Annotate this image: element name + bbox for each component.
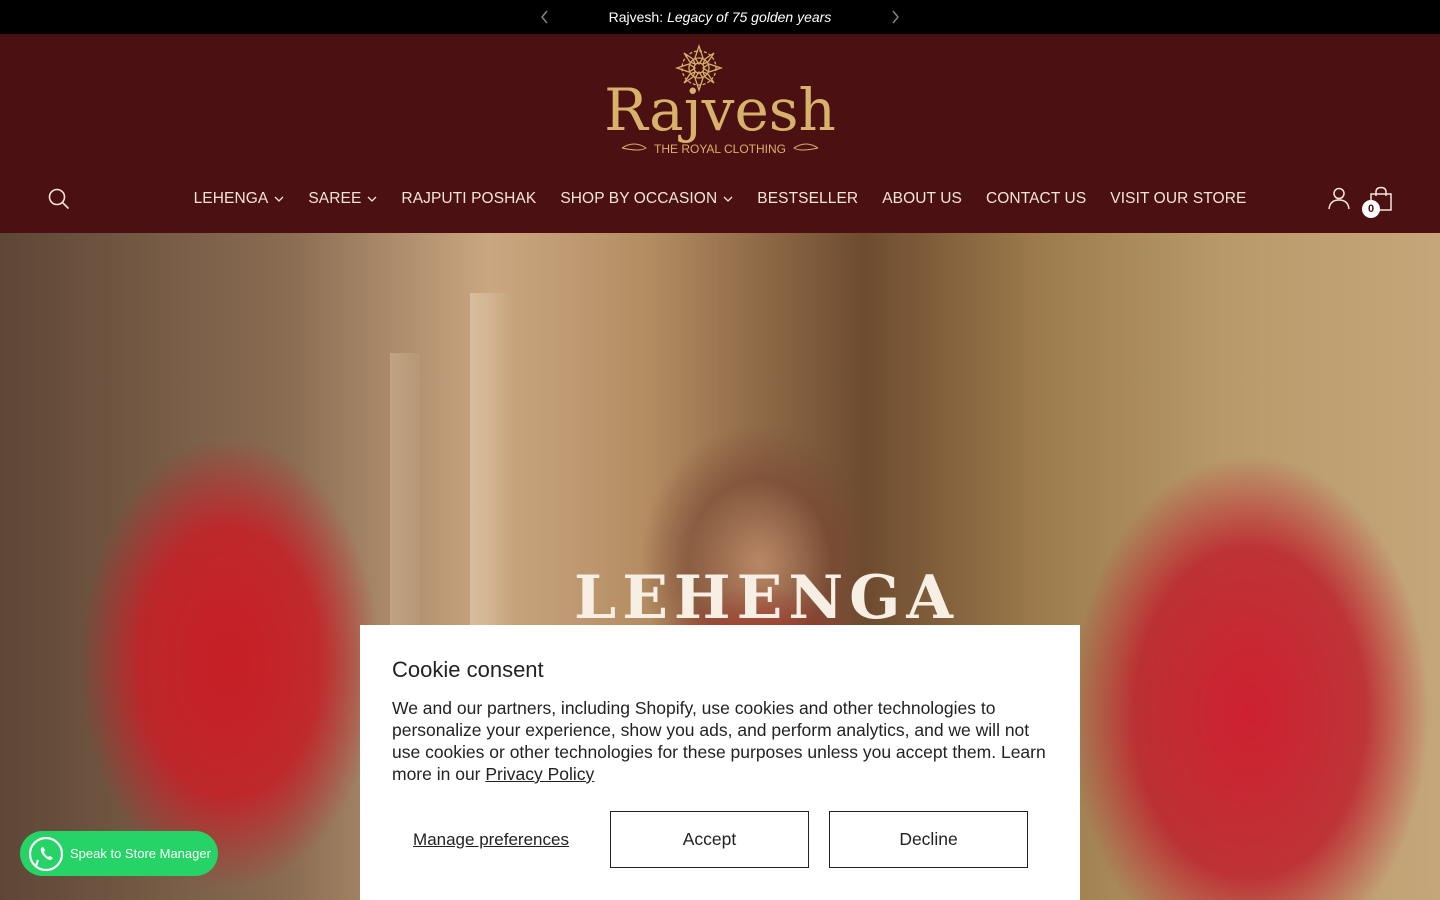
- cookie-body: We and our partners, including Shopify, …: [392, 697, 1048, 785]
- nav-item-about-us[interactable]: ABOUT US: [870, 188, 974, 210]
- nav-item-visit-our-store[interactable]: VISIT OUR STORE: [1098, 188, 1258, 210]
- chevron-down-icon: [274, 196, 284, 202]
- nav-item-label: CONTACT US: [985, 190, 1087, 207]
- nav-item-label: ABOUT US: [882, 190, 962, 207]
- announcement-brand: Rajvesh:: [608, 9, 664, 25]
- announcement-text[interactable]: Rajvesh: Legacy of 75 golden years: [609, 9, 832, 25]
- manage-preferences-link[interactable]: Manage preferences: [392, 811, 590, 868]
- cart-count-badge: 0: [1362, 200, 1380, 218]
- chevron-right-icon: [892, 10, 899, 24]
- site-header: Rajvesh THE ROYAL CLOTHING LEHENGA SAREE…: [0, 34, 1440, 233]
- logo-subtitle: THE ROYAL CLOTHING: [654, 142, 786, 156]
- chevron-down-icon: [723, 196, 733, 202]
- announcement-next-button[interactable]: [886, 8, 904, 26]
- whatsapp-chat-button[interactable]: Speak to Store Manager: [20, 831, 218, 876]
- nav-item-label: BESTSELLER: [757, 190, 859, 207]
- chevron-down-icon: [367, 196, 377, 202]
- main-nav: LEHENGA SAREE RAJPUTI POSHAK SHOP BY OCC…: [0, 188, 1440, 210]
- logo-wordmark: Rajvesh: [604, 76, 836, 144]
- nav-item-rajputi-poshak[interactable]: RAJPUTI POSHAK: [389, 188, 548, 210]
- accept-button[interactable]: Accept: [610, 811, 809, 868]
- nav-item-label: SHOP BY OCCASION: [560, 190, 718, 207]
- site-logo[interactable]: Rajvesh THE ROYAL CLOTHING: [600, 42, 840, 160]
- nav-item-label: SAREE: [308, 190, 362, 207]
- nav-item-saree[interactable]: SAREE: [296, 188, 389, 210]
- whatsapp-icon: [28, 836, 64, 872]
- cookie-actions: Manage preferences Accept Decline: [392, 811, 1028, 868]
- whatsapp-label: Speak to Store Manager: [70, 846, 211, 861]
- cookie-title: Cookie consent: [392, 657, 544, 682]
- hero-title: LEHENGA: [574, 563, 959, 633]
- nav-item-lehenga[interactable]: LEHENGA: [182, 188, 297, 210]
- announcement-tagline: Legacy of 75 golden years: [667, 9, 832, 25]
- account-button[interactable]: [1326, 185, 1352, 211]
- nav-item-label: RAJPUTI POSHAK: [401, 190, 537, 207]
- nav-item-shop-by-occasion[interactable]: SHOP BY OCCASION: [548, 188, 745, 210]
- announcement-prev-button[interactable]: [536, 8, 554, 26]
- announcement-bar: Rajvesh: Legacy of 75 golden years: [0, 0, 1440, 34]
- privacy-policy-link[interactable]: Privacy Policy: [485, 764, 594, 784]
- chevron-left-icon: [541, 10, 548, 24]
- nav-item-contact-us[interactable]: CONTACT US: [974, 188, 1098, 210]
- user-icon: [1328, 187, 1350, 210]
- decline-button[interactable]: Decline: [829, 811, 1028, 868]
- nav-item-label: LEHENGA: [193, 190, 269, 207]
- nav-item-bestseller[interactable]: BESTSELLER: [745, 188, 870, 210]
- cookie-consent-dialog: Cookie consent We and our partners, incl…: [360, 625, 1080, 900]
- nav-item-label: VISIT OUR STORE: [1110, 190, 1247, 207]
- logo-image: Rajvesh THE ROYAL CLOTHING: [604, 43, 836, 156]
